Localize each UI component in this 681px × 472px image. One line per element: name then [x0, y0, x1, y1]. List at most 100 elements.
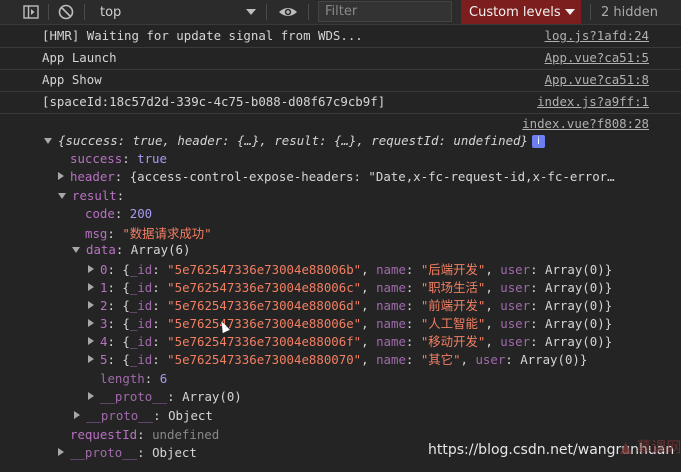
log-text: App Launch	[42, 50, 117, 65]
source-link[interactable]: App.vue?ca51:8	[545, 72, 649, 87]
log-text: App Show	[42, 72, 102, 87]
expand-arrow-icon[interactable]	[88, 355, 94, 363]
item-index: 1	[100, 280, 108, 295]
item-index: 5	[100, 352, 108, 367]
expand-arrow-icon[interactable]	[58, 172, 64, 180]
expand-arrow-icon[interactable]	[88, 319, 94, 327]
item-user: Array(0)	[545, 334, 605, 349]
item-index: 3	[100, 316, 108, 331]
proto-array-value: Array(0)	[182, 389, 242, 404]
property-header[interactable]: header: {access-control-expose-headers: …	[58, 169, 615, 184]
length-value: 6	[159, 371, 168, 386]
sidebar-toggle-button[interactable]	[23, 0, 39, 24]
sidebar-toggle-icon	[23, 5, 39, 19]
chevron-down-icon	[565, 9, 575, 15]
hidden-count: 2 hidden	[601, 4, 658, 20]
array-item[interactable]: 4: {_id: "5e762547336e73004e88006f", nam…	[88, 332, 612, 350]
property-proto-root[interactable]: __proto__: Object	[58, 445, 197, 460]
chevron-down-icon[interactable]	[246, 9, 256, 15]
item-user: Array(0)	[545, 316, 605, 331]
item-user: Array(0)	[545, 280, 605, 295]
item-user: Array(0)	[545, 262, 605, 277]
context-selector[interactable]: top	[100, 0, 121, 24]
item-name: "前端开发"	[420, 298, 486, 313]
array-item[interactable]: 1: {_id: "5e762547336e73004e88006c", nam…	[88, 278, 612, 296]
expand-arrow-icon[interactable]	[88, 392, 94, 400]
item-index: 2	[100, 298, 108, 313]
item-user: Array(0)	[520, 352, 580, 367]
item-id: "5e762547336e73004e88006f"	[167, 334, 362, 349]
item-user: Array(0)	[545, 298, 605, 313]
toolbar-divider	[48, 4, 49, 20]
context-selector-label: top	[100, 4, 122, 20]
requestId-value: undefined	[152, 427, 220, 442]
property-length: length: 6	[100, 371, 168, 386]
array-item[interactable]: 5: {_id: "5e762547336e73004e880070", nam…	[88, 350, 587, 368]
console-message: [HMR] Waiting for update signal from WDS…	[0, 25, 681, 48]
code-value: 200	[129, 206, 153, 221]
property-data[interactable]: data: Array(6)	[72, 242, 190, 257]
clear-console-button[interactable]	[58, 0, 74, 24]
eye-icon	[279, 8, 297, 16]
toolbar-divider	[308, 4, 309, 20]
source-link[interactable]: log.js?1afd:24	[545, 28, 649, 43]
toolbar-divider	[84, 4, 85, 20]
item-name: "人工智能"	[420, 316, 486, 331]
clear-icon	[58, 4, 74, 20]
array-item[interactable]: 2: {_id: "5e762547336e73004e88006d", nam…	[88, 296, 612, 314]
proto-object-value: Object	[168, 408, 213, 423]
object-root[interactable]: {success: true, header: {…}, result: {…}…	[44, 133, 545, 148]
live-expression-button[interactable]	[278, 0, 298, 24]
item-name: "其它"	[420, 352, 461, 367]
success-value: true	[137, 151, 167, 166]
expand-arrow-icon[interactable]	[88, 283, 94, 291]
item-id: "5e762547336e73004e88006c"	[167, 280, 362, 295]
console-toolbar: top Filter Custom levels 2 hidden	[0, 0, 681, 25]
expand-arrow-icon[interactable]	[88, 301, 94, 309]
expand-arrow-icon[interactable]	[72, 247, 80, 253]
property-requestId: requestId: undefined	[70, 427, 220, 442]
expand-arrow-icon[interactable]	[58, 448, 64, 456]
source-link[interactable]: index.js?a9ff:1	[537, 94, 649, 109]
expand-arrow-icon[interactable]	[58, 193, 66, 199]
msg-value: "数据请求成功"	[122, 226, 212, 241]
item-name: "职场生活"	[420, 280, 486, 295]
data-label: Array(6)	[130, 242, 191, 257]
item-id: "5e762547336e73004e88006d"	[167, 298, 362, 313]
expand-arrow-icon[interactable]	[74, 411, 80, 419]
log-text: [spaceId:18c57d2d-339c-4c75-b088-d08f67c…	[42, 94, 386, 109]
array-item[interactable]: 3: {_id: "5e762547336e73004e88006e", nam…	[88, 314, 612, 332]
property-result[interactable]: result:	[58, 188, 124, 203]
source-link[interactable]: App.vue?ca51:5	[545, 50, 649, 65]
info-icon[interactable]: i	[531, 135, 545, 148]
log-levels-dropdown[interactable]: Custom levels	[461, 0, 581, 24]
expand-arrow-icon[interactable]	[44, 138, 52, 144]
source-link[interactable]: index.vue?f808:28	[522, 116, 649, 131]
object-summary: {success: true, header: {…}, result: {…}…	[58, 133, 528, 148]
property-success: success: true	[70, 151, 167, 166]
item-name: "移动开发"	[420, 334, 486, 349]
property-proto-array[interactable]: __proto__: Array(0)	[88, 389, 242, 404]
item-index: 4	[100, 334, 108, 349]
console-message: App Show App.vue?ca51:8	[0, 69, 681, 92]
property-proto-result[interactable]: __proto__: Object	[74, 408, 213, 423]
log-levels-label: Custom levels	[469, 4, 561, 20]
item-id: "5e762547336e73004e880070"	[167, 352, 362, 367]
header-preview: {access-control-expose-headers: "Date,x-…	[129, 169, 615, 184]
item-name: "后端开发"	[420, 262, 486, 277]
expand-arrow-icon[interactable]	[88, 265, 94, 273]
array-item[interactable]: 0: {_id: "5e762547336e73004e88006b", nam…	[88, 260, 612, 278]
property-msg: msg: "数据请求成功"	[85, 226, 212, 241]
expand-arrow-icon[interactable]	[88, 337, 94, 345]
filter-input[interactable]: Filter	[318, 1, 452, 22]
toolbar-divider	[590, 4, 591, 20]
console-message: [spaceId:18c57d2d-339c-4c75-b088-d08f67c…	[0, 91, 681, 114]
property-code: code: 200	[85, 206, 153, 221]
toolbar-divider	[266, 4, 267, 20]
watermark-logo-text: 慕课网	[636, 438, 681, 456]
watermark-logo: ▲ 慕课网	[620, 438, 681, 456]
item-index: 0	[100, 262, 108, 277]
item-id: "5e762547336e73004e88006e"	[167, 316, 362, 331]
console-message: App Launch App.vue?ca51:5	[0, 47, 681, 70]
proto-object-value: Object	[152, 445, 197, 460]
